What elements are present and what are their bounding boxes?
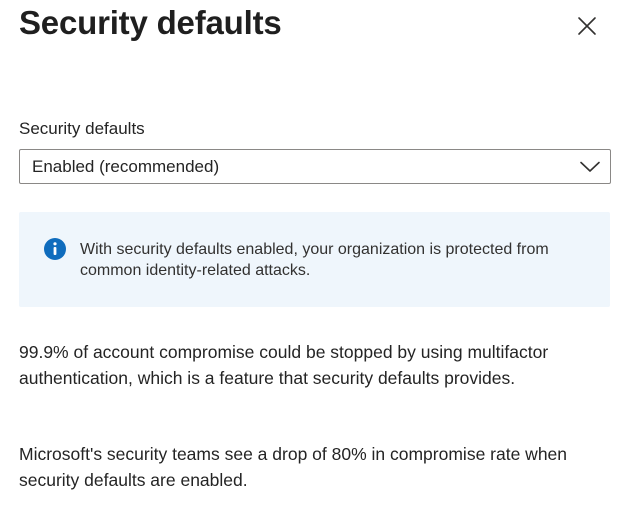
info-banner-text: With security defaults enabled, your org…: [80, 241, 549, 279]
panel-title: Security defaults: [19, 4, 282, 41]
info-icon: [44, 238, 66, 260]
security-defaults-label: Security defaults: [19, 119, 145, 138]
info-banner: With security defaults enabled, your org…: [19, 212, 610, 307]
compromise-rate-paragraph: Microsoft's security teams see a drop of…: [19, 444, 568, 490]
chevron-down-icon: [570, 150, 610, 183]
security-defaults-dropdown[interactable]: Enabled (recommended): [19, 149, 611, 184]
dropdown-selected-value: Enabled (recommended): [32, 156, 220, 176]
mfa-description-paragraph: 99.9% of account compromise could be sto…: [19, 342, 549, 388]
security-defaults-panel: Security defaults Security defaults Enab…: [0, 0, 619, 517]
close-button[interactable]: [571, 10, 603, 42]
close-icon: [578, 17, 596, 35]
